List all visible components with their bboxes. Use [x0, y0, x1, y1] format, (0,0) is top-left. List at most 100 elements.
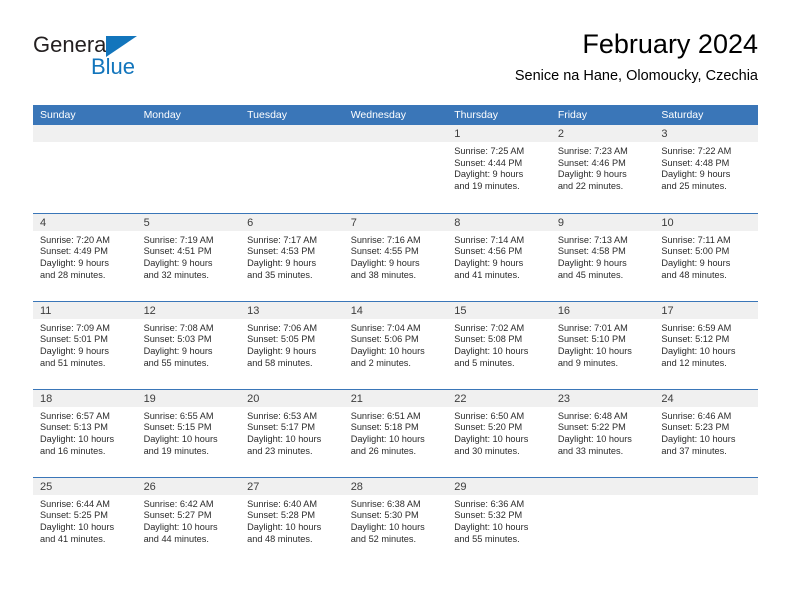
day-number: 15	[447, 301, 551, 319]
calendar-day-cell[interactable]: 27 Sunrise: 6:40 AM Sunset: 5:28 PM Dayligh…	[240, 476, 344, 565]
calendar-week-row: 18 Sunrise: 6:57 AM Sunset: 5:13 PM Dayligh…	[33, 388, 758, 477]
day-detail-line: Sunrise: 7:02 AM	[454, 322, 525, 333]
day-details: Sunrise: 6:55 AM Sunset: 5:15 PM Daylight:…	[137, 407, 241, 458]
day-detail-line: and 48 minutes.	[661, 269, 727, 280]
day-number: 29	[447, 477, 551, 495]
calendar-day-cell[interactable]: 23 Sunrise: 6:48 AM Sunset: 5:22 PM Dayligh…	[550, 388, 655, 477]
calendar-day-cell[interactable]: 4 Sunrise: 7:20 AM Sunset: 4:49 PM Daylight…	[33, 212, 137, 301]
day-number: 1	[447, 125, 551, 142]
page-header: General Blue February 2024 Senice na Han…	[33, 28, 758, 100]
day-detail-line: and 12 minutes.	[661, 357, 727, 368]
day-detail-line: Daylight: 10 hours	[454, 521, 529, 532]
day-details: Sunrise: 6:38 AM Sunset: 5:30 PM Daylight:…	[344, 495, 448, 546]
calendar-day-cell[interactable]: 2 Sunrise: 7:23 AM Sunset: 4:46 PM Daylight…	[550, 125, 655, 213]
day-detail-line: and 25 minutes.	[661, 181, 727, 192]
calendar-day-cell[interactable]: 24 Sunrise: 6:46 AM Sunset: 5:23 PM Dayligh…	[654, 388, 758, 477]
day-detail-line: Daylight: 10 hours	[40, 433, 115, 444]
day-detail-line: Sunset: 5:10 PM	[557, 334, 626, 345]
day-cell-content: 12 Sunrise: 7:08 AM Sunset: 5:03 PM Dayligh…	[136, 301, 241, 389]
day-detail-line: and 9 minutes.	[557, 357, 619, 368]
calendar-day-cell-empty	[654, 476, 758, 566]
day-detail-line: and 48 minutes.	[247, 533, 313, 544]
day-detail-line: Sunset: 5:00 PM	[661, 246, 730, 257]
day-detail-line: Sunset: 5:13 PM	[40, 422, 108, 433]
calendar-day-cell[interactable]: 29 Sunrise: 6:36 AM Sunset: 5:32 PM Dayligh…	[447, 476, 551, 565]
day-detail-line: Sunrise: 7:08 AM	[143, 322, 214, 333]
day-details: Sunrise: 7:11 AM Sunset: 5:00 PM Daylight:…	[654, 231, 758, 282]
calendar-day-cell[interactable]: 1 Sunrise: 7:25 AM Sunset: 4:44 PM Daylight…	[447, 125, 551, 213]
day-number: 28	[343, 477, 448, 495]
calendar-day-cell[interactable]: 8 Sunrise: 7:14 AM Sunset: 4:56 PM Daylight…	[447, 212, 551, 301]
day-number: 19	[136, 389, 241, 407]
calendar-day-cell[interactable]: 25 Sunrise: 6:44 AM Sunset: 5:25 PM Dayligh…	[33, 476, 137, 565]
day-detail-line: Sunrise: 7:14 AM	[454, 234, 525, 245]
calendar-day-cell[interactable]: 9 Sunrise: 7:13 AM Sunset: 4:58 PM Daylight…	[550, 212, 655, 301]
day-detail-line: Daylight: 9 hours	[247, 257, 317, 268]
day-detail-line: Sunset: 5:08 PM	[454, 334, 523, 345]
calendar-day-cell[interactable]: 6 Sunrise: 7:17 AM Sunset: 4:53 PM Daylight…	[240, 212, 344, 301]
day-number: 21	[343, 389, 448, 407]
day-number: 10	[654, 213, 758, 231]
day-details	[551, 495, 655, 499]
day-detail-line: Daylight: 9 hours	[143, 257, 213, 268]
calendar-day-cell[interactable]: 12 Sunrise: 7:08 AM Sunset: 5:03 PM Dayligh…	[136, 300, 241, 389]
calendar-day-cell[interactable]: 7 Sunrise: 7:16 AM Sunset: 4:55 PM Daylight…	[343, 212, 448, 301]
calendar-day-cell[interactable]: 18 Sunrise: 6:57 AM Sunset: 5:13 PM Dayligh…	[33, 388, 137, 477]
day-detail-line: Sunrise: 6:36 AM	[454, 498, 525, 509]
day-detail-line: Daylight: 10 hours	[350, 433, 425, 444]
calendar-day-cell[interactable]: 5 Sunrise: 7:19 AM Sunset: 4:51 PM Daylight…	[136, 212, 241, 301]
day-detail-line: and 52 minutes.	[350, 533, 417, 544]
day-detail-line: Sunset: 5:18 PM	[350, 422, 419, 433]
day-details: Sunrise: 7:17 AM Sunset: 4:53 PM Daylight:…	[240, 231, 344, 282]
day-cell-content	[654, 477, 758, 566]
day-detail-line: Daylight: 10 hours	[247, 433, 322, 444]
day-number: 14	[343, 301, 448, 319]
day-detail-line: and 45 minutes.	[557, 269, 624, 280]
calendar-day-cell[interactable]: 26 Sunrise: 6:42 AM Sunset: 5:27 PM Dayligh…	[136, 476, 241, 565]
day-detail-line: Daylight: 9 hours	[247, 345, 317, 356]
day-detail-line: Sunset: 5:12 PM	[661, 334, 730, 345]
day-detail-line: Sunrise: 6:42 AM	[143, 498, 214, 509]
calendar-day-cell[interactable]: 22 Sunrise: 6:50 AM Sunset: 5:20 PM Dayligh…	[447, 388, 551, 477]
day-detail-line: Sunset: 4:46 PM	[557, 157, 626, 168]
day-detail-line: Sunrise: 7:23 AM	[557, 146, 628, 156]
calendar-day-cell[interactable]: 16 Sunrise: 7:01 AM Sunset: 5:10 PM Dayligh…	[550, 300, 655, 389]
calendar-day-cell[interactable]: 19 Sunrise: 6:55 AM Sunset: 5:15 PM Dayligh…	[136, 388, 241, 477]
day-detail-line: Daylight: 10 hours	[454, 345, 529, 356]
day-details: Sunrise: 7:06 AM Sunset: 5:05 PM Daylight:…	[240, 319, 344, 370]
day-cell-content: 17 Sunrise: 6:59 AM Sunset: 5:12 PM Dayligh…	[654, 301, 758, 389]
weekday-header-friday: Friday	[550, 105, 655, 125]
day-details	[33, 142, 137, 146]
day-detail-line: Sunset: 5:03 PM	[143, 334, 212, 345]
calendar-day-cell[interactable]: 20 Sunrise: 6:53 AM Sunset: 5:17 PM Dayligh…	[240, 388, 344, 477]
day-number	[343, 125, 448, 142]
calendar-day-cell[interactable]: 15 Sunrise: 7:02 AM Sunset: 5:08 PM Dayligh…	[447, 300, 551, 389]
brand-logo[interactable]: General Blue	[33, 33, 263, 95]
day-number: 16	[550, 301, 655, 319]
day-details: Sunrise: 6:36 AM Sunset: 5:32 PM Daylight:…	[447, 495, 551, 546]
day-detail-line: Sunset: 4:51 PM	[143, 246, 212, 257]
calendar-day-cell[interactable]: 28 Sunrise: 6:38 AM Sunset: 5:30 PM Dayligh…	[343, 476, 448, 565]
day-detail-line: Sunset: 4:56 PM	[454, 246, 523, 257]
day-detail-line: Daylight: 9 hours	[40, 345, 109, 356]
day-cell-content: 5 Sunrise: 7:19 AM Sunset: 4:51 PM Daylight…	[136, 213, 241, 301]
calendar-day-cell[interactable]: 3 Sunrise: 7:22 AM Sunset: 4:48 PM Daylight…	[654, 125, 758, 213]
day-detail-line: and 55 minutes.	[454, 533, 520, 544]
calendar-day-cell[interactable]: 21 Sunrise: 6:51 AM Sunset: 5:18 PM Dayligh…	[343, 388, 448, 477]
day-detail-line: Sunset: 4:53 PM	[247, 246, 316, 257]
day-cell-content: 4 Sunrise: 7:20 AM Sunset: 4:49 PM Daylight…	[33, 213, 137, 301]
day-detail-line: Daylight: 10 hours	[40, 521, 115, 532]
day-detail-line: and 41 minutes.	[40, 533, 106, 544]
day-detail-line: Sunset: 5:15 PM	[143, 422, 212, 433]
calendar-day-cell[interactable]: 13 Sunrise: 7:06 AM Sunset: 5:05 PM Dayligh…	[240, 300, 344, 389]
calendar-day-cell[interactable]: 17 Sunrise: 6:59 AM Sunset: 5:12 PM Dayligh…	[654, 300, 758, 389]
day-detail-line: and 30 minutes.	[454, 445, 520, 456]
calendar-day-cell[interactable]: 11 Sunrise: 7:09 AM Sunset: 5:01 PM Dayligh…	[33, 300, 137, 389]
day-detail-line: Sunrise: 7:22 AM	[661, 146, 732, 156]
calendar-header-row: Sunday Monday Tuesday Wednesday Thursday Frid…	[33, 105, 758, 125]
calendar-day-cell[interactable]: 10 Sunrise: 7:11 AM Sunset: 5:00 PM Dayligh…	[654, 212, 758, 301]
day-details: Sunrise: 7:19 AM Sunset: 4:51 PM Daylight:…	[137, 231, 241, 282]
day-cell-content: 16 Sunrise: 7:01 AM Sunset: 5:10 PM Dayligh…	[550, 301, 655, 389]
calendar-day-cell[interactable]: 14 Sunrise: 7:04 AM Sunset: 5:06 PM Dayligh…	[343, 300, 448, 389]
day-detail-line: Sunrise: 7:13 AM	[557, 234, 628, 245]
